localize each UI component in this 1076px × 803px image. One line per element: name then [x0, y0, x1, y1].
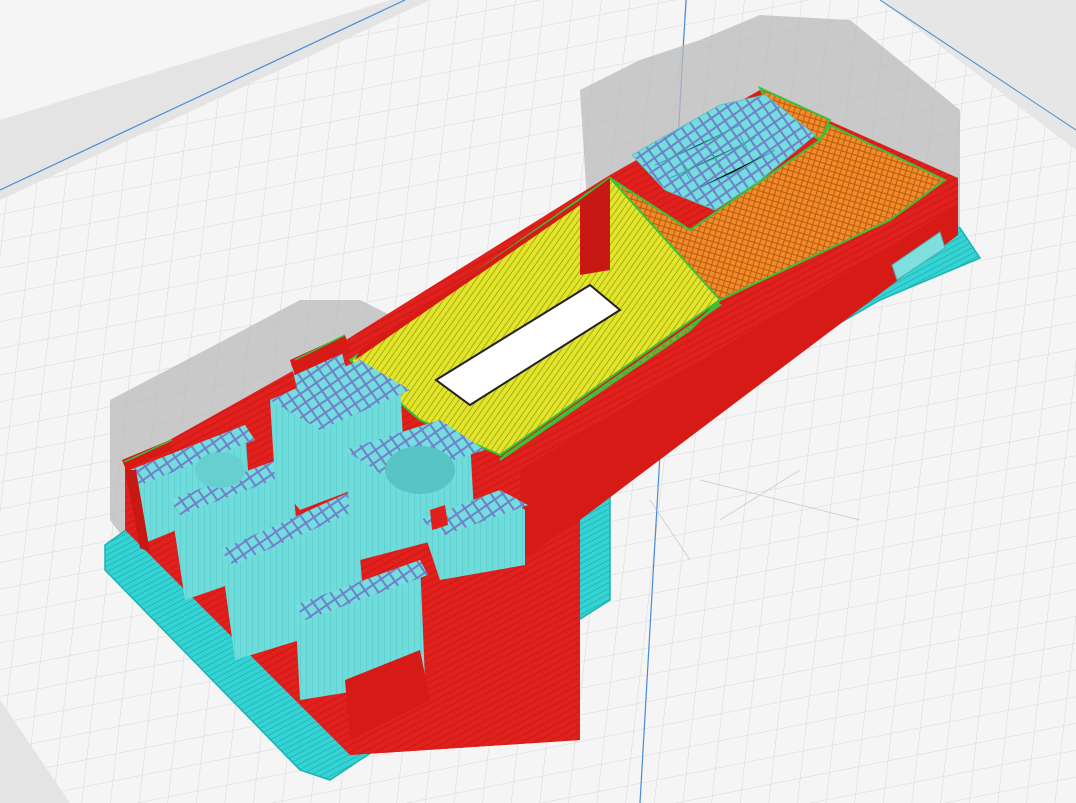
3d-print-preview[interactable]: [0, 0, 1076, 803]
build-plate-viewport[interactable]: [0, 0, 1076, 803]
